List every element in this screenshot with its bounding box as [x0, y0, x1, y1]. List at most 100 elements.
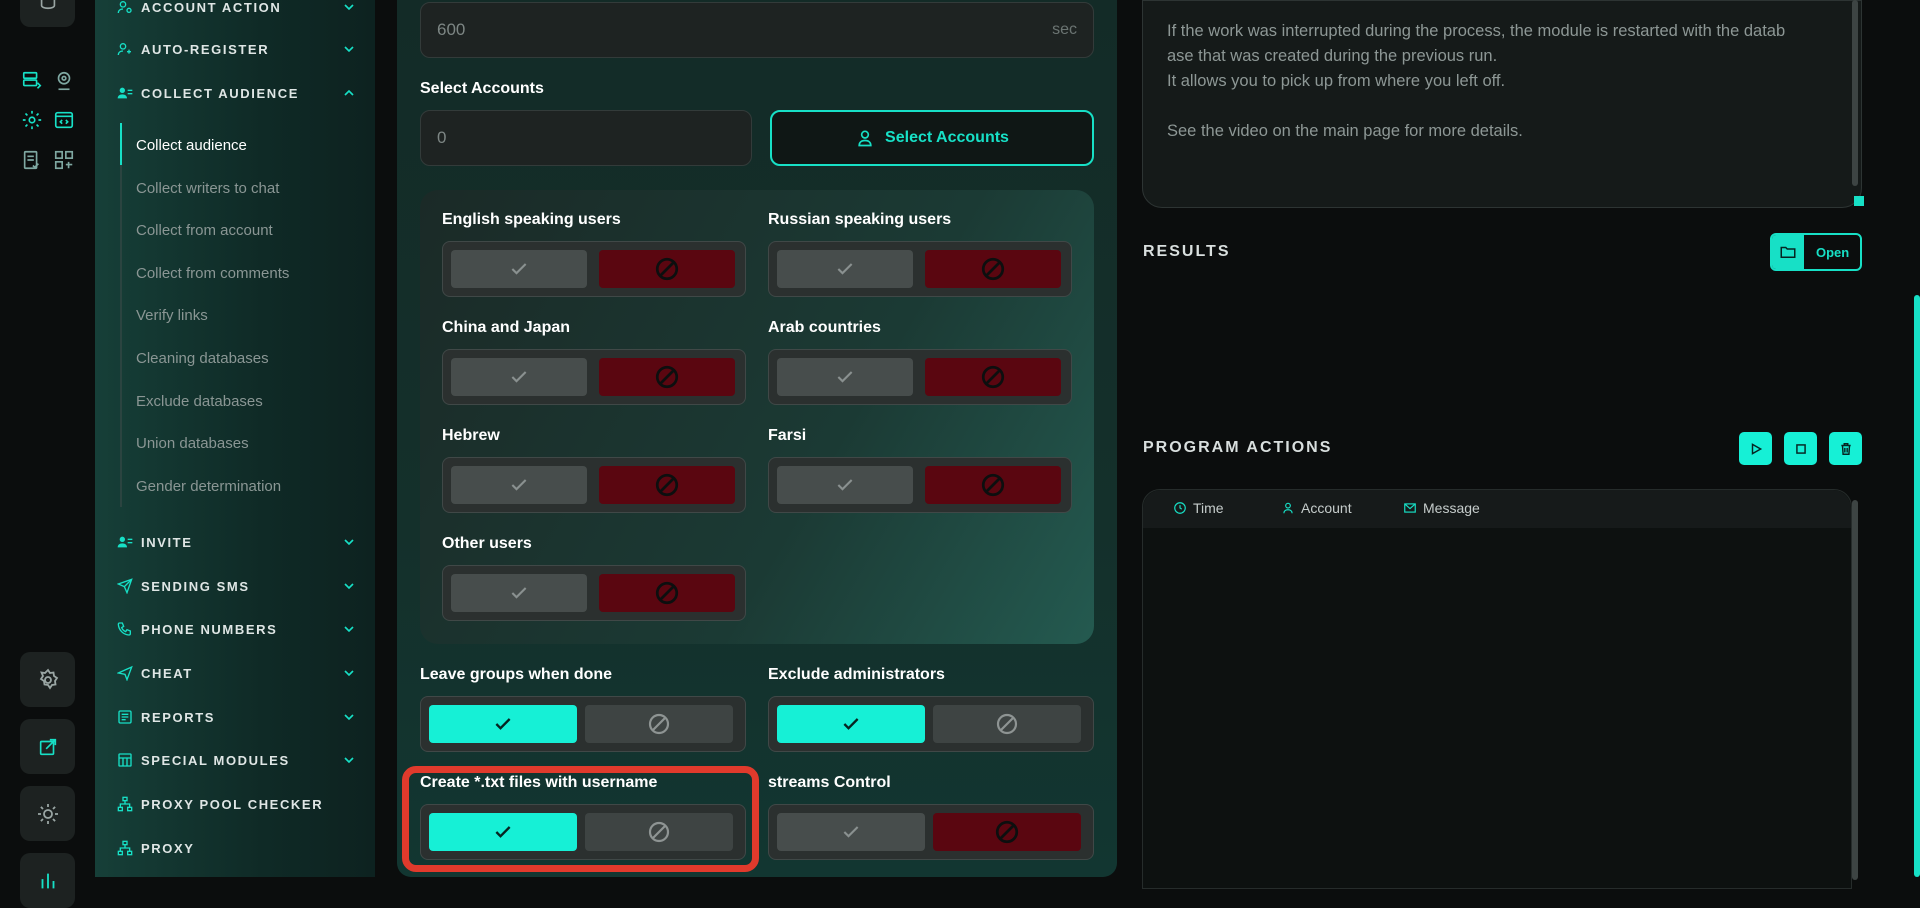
check-icon[interactable]	[451, 574, 587, 612]
menu-proxy[interactable]: PROXY	[117, 836, 357, 860]
ban-icon[interactable]	[925, 250, 1061, 288]
col-message[interactable]: Message	[1403, 500, 1480, 516]
menu-reports[interactable]: REPORTS	[117, 705, 357, 729]
chart-icon[interactable]	[20, 853, 75, 908]
col-time[interactable]: Time	[1173, 500, 1224, 516]
lang-label-russian: Russian speaking users	[768, 211, 952, 228]
results-title: RESULTS	[1143, 243, 1231, 260]
toggle-china-japan[interactable]	[442, 349, 746, 405]
user-icon	[1283, 502, 1293, 514]
stop-button[interactable]	[1784, 432, 1817, 465]
menu-sending-sms[interactable]: SENDING SMS	[117, 574, 357, 598]
menu-label: COLLECT AUDIENCE	[141, 85, 300, 101]
toggle-exclude-admins[interactable]	[768, 696, 1094, 752]
ban-icon[interactable]	[599, 250, 735, 288]
toggle-hebrew[interactable]	[442, 457, 746, 513]
checklist-icon[interactable]	[19, 147, 45, 173]
toggle-farsi[interactable]	[768, 457, 1072, 513]
menu-auto-register[interactable]: AUTO-REGISTER	[117, 37, 357, 61]
database-icon[interactable]	[20, 0, 75, 27]
code-window-icon[interactable]	[51, 107, 77, 133]
menu-collect-audience[interactable]: COLLECT AUDIENCE	[117, 81, 357, 105]
streams-control-label: streams Control	[768, 774, 891, 791]
menu-label: PROXY POOL CHECKER	[141, 796, 324, 812]
toggle-other[interactable]	[442, 565, 746, 621]
sub-item-union-databases[interactable]: Union databases	[136, 429, 249, 457]
sub-item-verify-links[interactable]: Verify links	[136, 301, 208, 329]
open-results-button[interactable]: Open	[1770, 233, 1862, 271]
menu-phone-numbers[interactable]: PHONE NUMBERS	[117, 617, 357, 641]
ban-icon[interactable]	[599, 358, 735, 396]
menu-account-action[interactable]: ACCOUNT ACTION	[117, 0, 357, 19]
col-message-label: Message	[1423, 500, 1480, 516]
chevron-down-icon	[344, 626, 354, 633]
chevron-down-icon	[344, 46, 354, 53]
sub-item-collect-writers[interactable]: Collect writers to chat	[136, 174, 279, 202]
sub-item-collect-audience[interactable]: Collect audience	[136, 131, 247, 159]
play-button[interactable]	[1739, 432, 1772, 465]
toggle-streams-control[interactable]	[768, 804, 1094, 860]
check-icon[interactable]	[451, 250, 587, 288]
resize-handle-icon[interactable]	[1854, 196, 1864, 206]
ban-icon[interactable]	[925, 358, 1061, 396]
menu-invite[interactable]: INVITE	[117, 530, 357, 554]
sub-item-exclude-databases[interactable]: Exclude databases	[136, 387, 263, 415]
ban-icon[interactable]	[933, 813, 1081, 851]
sub-item-cleaning-databases[interactable]: Cleaning databases	[136, 344, 269, 372]
ban-icon[interactable]	[925, 466, 1061, 504]
check-icon[interactable]	[451, 466, 587, 504]
select-accounts-button-label: Select Accounts	[885, 129, 1009, 146]
toggle-russian[interactable]	[768, 241, 1072, 297]
menu-label: REPORTS	[141, 709, 216, 725]
settings-icon[interactable]	[20, 652, 75, 707]
leave-groups-label: Leave groups when done	[420, 666, 613, 683]
table-scrollbar[interactable]	[1852, 500, 1858, 880]
brightness-icon[interactable]	[20, 786, 75, 841]
toggle-arab[interactable]	[768, 349, 1072, 405]
check-icon[interactable]	[429, 705, 577, 743]
delay-value: 600	[437, 20, 466, 39]
info-scrollbar[interactable]	[1852, 0, 1858, 186]
menu-special-modules[interactable]: SPECIAL MODULES	[117, 748, 357, 772]
col-account[interactable]: Account	[1281, 500, 1352, 516]
check-icon[interactable]	[451, 358, 587, 396]
ban-icon[interactable]	[933, 705, 1081, 743]
menu-cheat[interactable]: CHEAT	[117, 661, 357, 685]
check-icon[interactable]	[777, 705, 925, 743]
folder-icon	[1772, 235, 1804, 269]
ban-icon[interactable]	[599, 466, 735, 504]
ban-icon[interactable]	[585, 705, 733, 743]
toggle-leave-groups[interactable]	[420, 696, 746, 752]
ban-icon[interactable]	[599, 574, 735, 612]
apps-icon[interactable]	[51, 147, 77, 173]
info-line: If the work was interrupted during the p…	[1167, 22, 1786, 40]
chevron-down-icon	[344, 4, 354, 11]
external-link-icon[interactable]	[20, 719, 75, 774]
clear-button[interactable]	[1829, 432, 1862, 465]
check-icon[interactable]	[777, 813, 925, 851]
page-scrollbar[interactable]	[1914, 295, 1920, 877]
check-icon[interactable]	[777, 250, 913, 288]
sub-item-collect-from-comments[interactable]: Collect from comments	[136, 259, 289, 287]
toggle-english[interactable]	[442, 241, 746, 297]
delay-input[interactable]: 600 sec	[420, 2, 1094, 58]
database-list-icon[interactable]	[19, 68, 45, 94]
accounts-count: 0	[437, 128, 447, 147]
menu-label: SPECIAL MODULES	[141, 752, 290, 768]
settings-gear-icon[interactable]	[19, 107, 45, 133]
menu-label: ACCOUNT ACTION	[141, 0, 282, 15]
open-button-label: Open	[1816, 244, 1850, 260]
grid-module-icon	[117, 751, 137, 769]
select-accounts-button[interactable]: Select Accounts	[770, 110, 1094, 166]
check-icon[interactable]	[777, 358, 913, 396]
lang-label-farsi: Farsi	[768, 427, 807, 444]
check-icon[interactable]	[777, 466, 913, 504]
webcam-icon[interactable]	[51, 68, 77, 94]
col-time-label: Time	[1193, 500, 1224, 516]
stop-icon	[1795, 443, 1806, 454]
menu-proxy-pool-checker[interactable]: PROXY POOL CHECKER	[117, 792, 357, 816]
sub-item-gender-determination[interactable]: Gender determination	[136, 472, 281, 500]
chevron-down-icon	[344, 757, 354, 764]
sub-item-collect-from-account[interactable]: Collect from account	[136, 216, 273, 244]
accounts-count-field[interactable]: 0	[420, 110, 752, 166]
